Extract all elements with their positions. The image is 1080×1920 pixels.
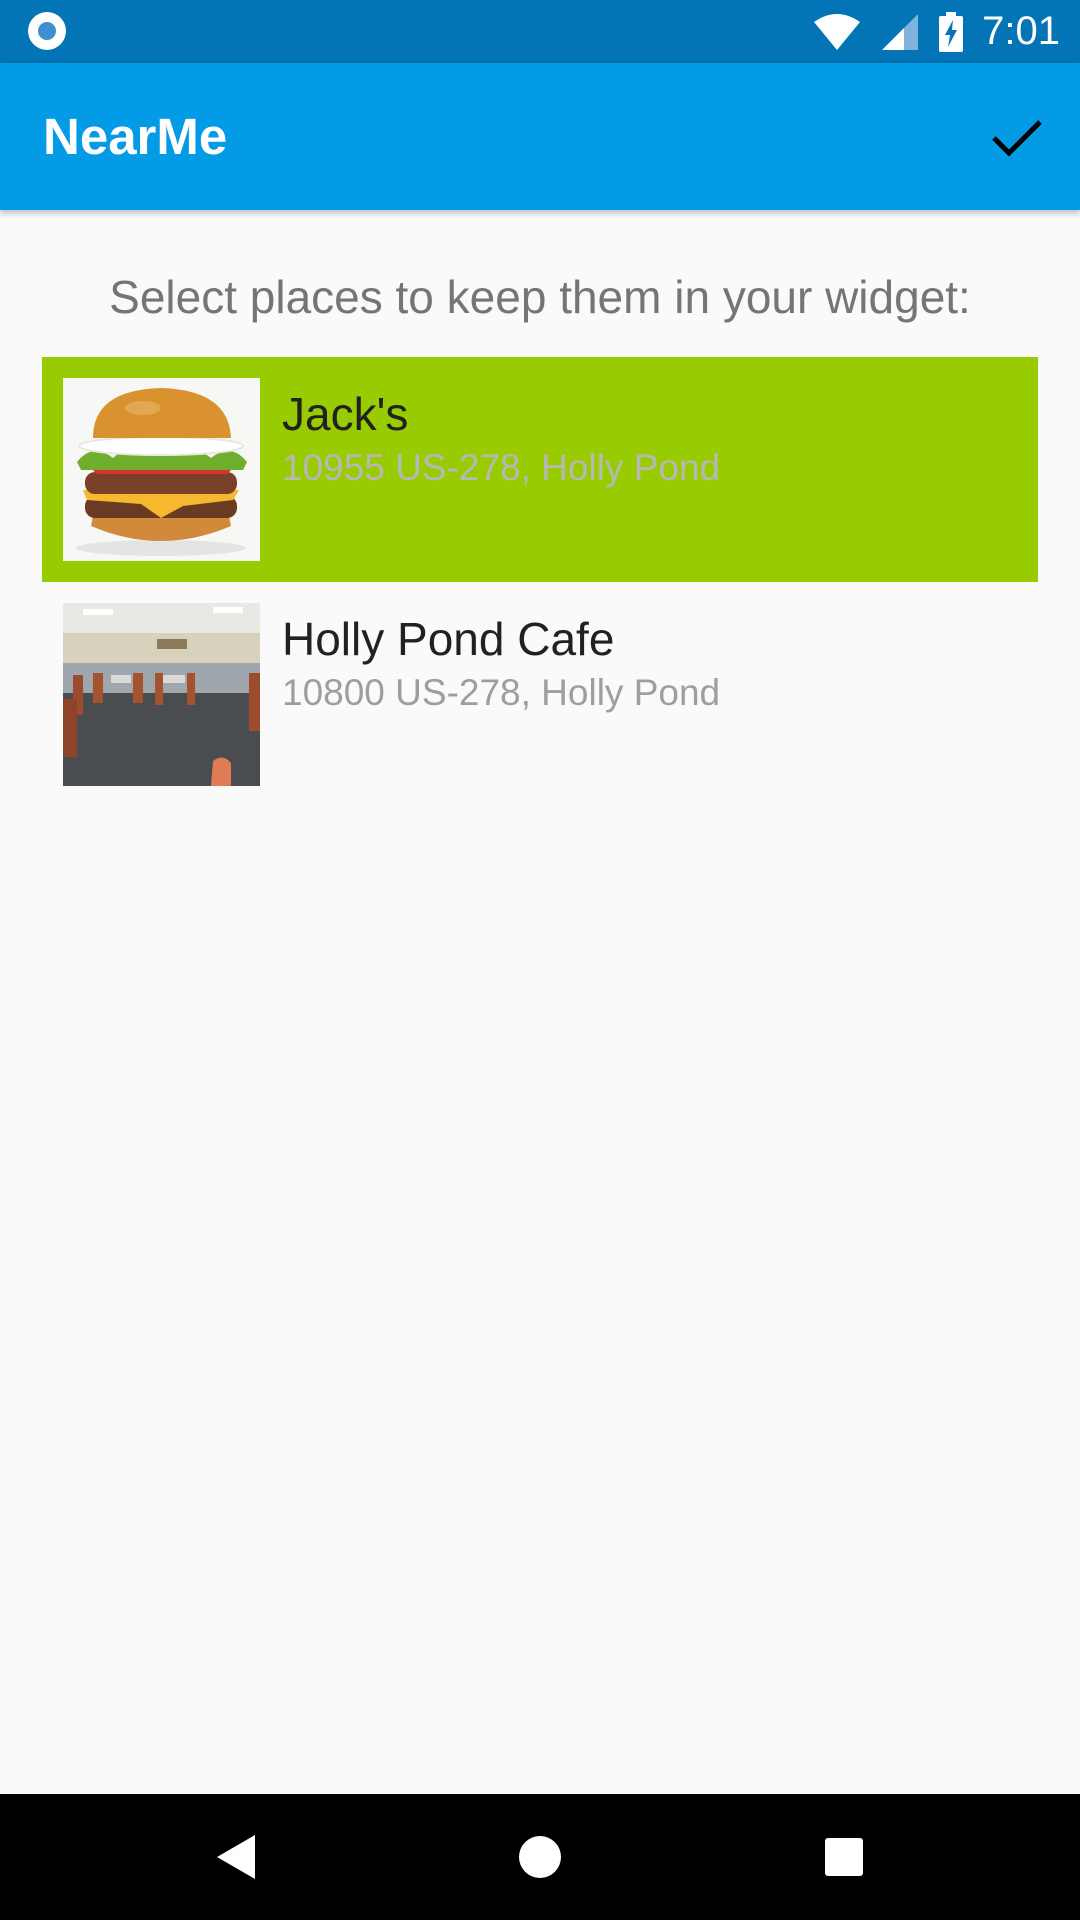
instruction-text: Select places to keep them in your widge…: [109, 271, 971, 323]
recents-button[interactable]: [784, 1794, 904, 1920]
place-address: 10800 US-278, Holly Pond: [282, 672, 721, 713]
list-item[interactable]: Jack's 10955 US-278, Holly Pond: [42, 357, 1038, 582]
wifi-icon: [814, 13, 861, 50]
place-name: Jack's: [282, 388, 409, 440]
check-icon: [992, 120, 1042, 157]
confirm-button[interactable]: [982, 103, 1052, 173]
home-icon: [519, 1836, 561, 1878]
place-name: Holly Pond Cafe: [282, 613, 615, 665]
app-title: NearMe: [43, 108, 228, 165]
place-list: Jack's 10955 US-278, Holly Pond Holly Po…: [42, 357, 1038, 807]
list-item[interactable]: Holly Pond Cafe 10800 US-278, Holly Pond: [42, 582, 1038, 807]
back-icon: [217, 1835, 255, 1879]
place-address: 10955 US-278, Holly Pond: [282, 447, 721, 488]
notification-icon: [28, 12, 66, 50]
status-bar: 7:01: [0, 0, 1080, 63]
burger-photo: [63, 378, 260, 561]
signal-icon: [882, 13, 919, 50]
status-icons: 7:01: [812, 0, 1060, 63]
status-time: 7:01: [982, 9, 1060, 53]
home-button[interactable]: [480, 1794, 600, 1920]
battery-charging-icon: [939, 11, 964, 52]
app-bar: NearMe: [0, 63, 1080, 210]
recents-icon: [825, 1838, 863, 1876]
back-button[interactable]: [176, 1794, 296, 1920]
navigation-bar: [0, 1794, 1080, 1920]
restaurant-interior-photo: [63, 603, 260, 786]
